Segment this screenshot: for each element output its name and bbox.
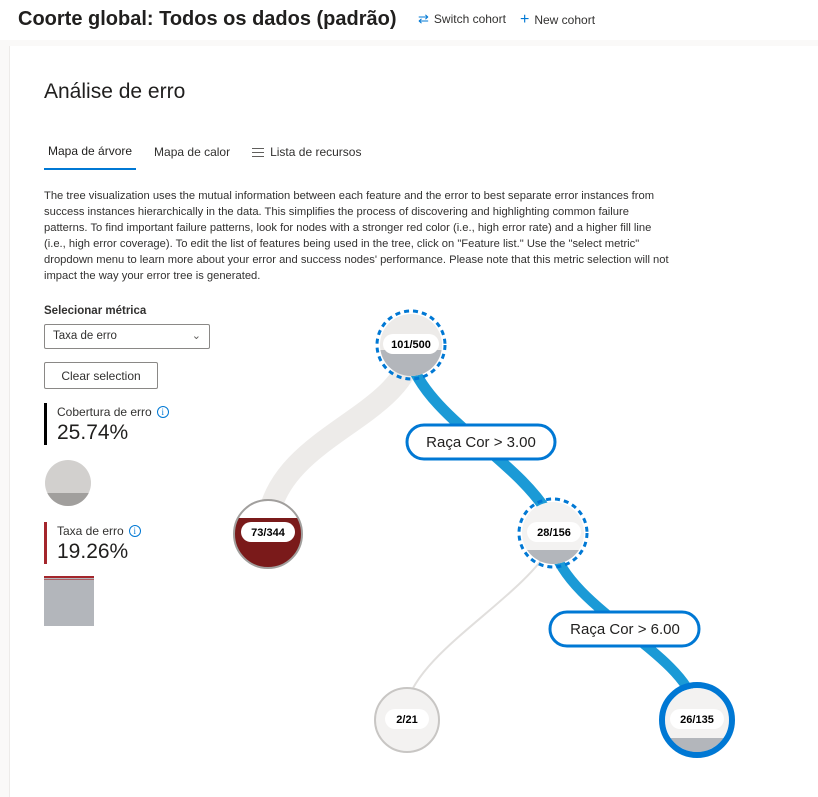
node-label: 73/344 bbox=[251, 527, 286, 539]
edge-root-left bbox=[257, 355, 421, 523]
tree-node-left[interactable]: 73/344 bbox=[233, 499, 303, 569]
split-text: Raça Cor > 6.00 bbox=[570, 621, 680, 638]
node-label: 101/500 bbox=[391, 339, 431, 351]
split-text: Raça Cor > 3.00 bbox=[426, 434, 536, 451]
split-label-2: Raça Cor > 6.00 bbox=[548, 610, 701, 648]
edge-mid-leafa bbox=[405, 544, 553, 706]
tree-node-mid[interactable]: 28/156 bbox=[517, 497, 589, 570]
split-label-1: Raça Cor > 3.00 bbox=[405, 423, 557, 461]
node-label: 26/135 bbox=[680, 714, 714, 726]
tree-node-leaf-b[interactable]: 26/135 bbox=[659, 682, 735, 758]
tree-node-leaf-a[interactable]: 2/21 bbox=[374, 687, 440, 753]
error-tree: 101/500 73/344 28/156 2/21 26/135 Raça C bbox=[233, 309, 735, 758]
node-label: 2/21 bbox=[396, 714, 417, 726]
node-label: 28/156 bbox=[537, 527, 571, 539]
tree-node-root[interactable]: 101/500 bbox=[375, 309, 447, 381]
